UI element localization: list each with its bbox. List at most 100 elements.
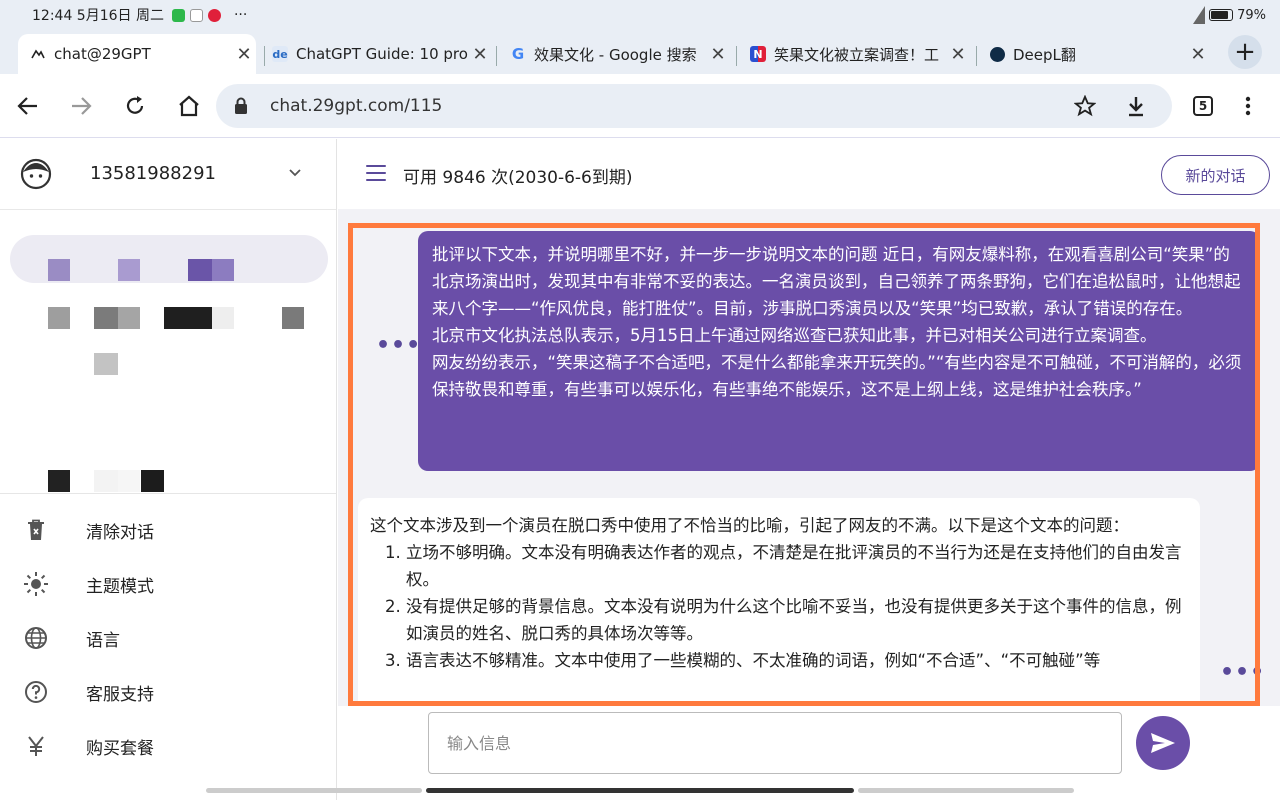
news-favicon-icon: N <box>750 46 766 62</box>
tab-deepl[interactable]: DeepL翻 ✕ <box>978 34 1210 74</box>
redacted-block <box>164 307 212 329</box>
close-tab-icon[interactable]: ✕ <box>706 44 730 65</box>
de-favicon-icon: de <box>272 46 288 62</box>
redacted-block <box>212 307 234 329</box>
close-tab-icon[interactable]: ✕ <box>468 44 492 65</box>
back-arrow-icon <box>17 97 37 115</box>
redacted-block <box>141 470 164 492</box>
status-bar: 12:44 5月16日 周二 ··· 79% <box>0 0 1280 30</box>
app-notification-icon <box>189 8 203 22</box>
lock-icon <box>235 97 247 114</box>
status-notification-icons: ··· <box>171 7 248 23</box>
redacted-block <box>118 307 140 329</box>
new-chat-button[interactable]: 新的对话 <box>1161 155 1270 195</box>
assistant-intro: 这个文本涉及到一个演员在脱口秀中使用了不恰当的比喻，引起了网友的不满。以下是这个… <box>370 516 1129 535</box>
user-message-more-icon[interactable]: ••• <box>376 335 421 357</box>
assistant-message-more-icon[interactable]: ••• <box>1220 662 1265 684</box>
reload-icon <box>126 96 144 114</box>
menu-theme-mode[interactable]: 主题模式 <box>0 557 336 611</box>
redacted-block <box>48 470 70 492</box>
status-time: 12:44 5月16日 周二 <box>32 8 164 24</box>
download-icon[interactable] <box>1126 95 1146 117</box>
chat-input-area <box>338 706 1280 800</box>
assistant-point: 立场不够明确。文本没有明确表达作者的观点，不清楚是在批评演员的不当行为还是在支持… <box>406 539 1188 593</box>
redacted-block <box>94 307 118 329</box>
red-app-icon <box>207 8 221 22</box>
user-message-paragraph: 网友纷纷表示，“笑果这稿子不合适吧，不是什么都能拿来开玩笑的。”“有些内容是不可… <box>432 353 1242 399</box>
tab-title: ChatGPT Guide: 10 pro <box>296 45 468 63</box>
redacted-block <box>282 307 304 329</box>
tab-switcher-button[interactable]: 5 <box>1193 96 1213 116</box>
more-vert-icon <box>1245 96 1251 116</box>
close-tab-icon[interactable]: ✕ <box>1186 44 1210 65</box>
avatar-icon <box>20 158 52 190</box>
redacted-block <box>94 353 118 375</box>
menu-language[interactable]: 语言 <box>0 611 336 665</box>
redacted-block <box>118 259 140 281</box>
deepl-icon <box>990 46 1005 62</box>
chat-logo-icon <box>30 46 46 62</box>
tab-title: DeepL翻 <box>1013 45 1076 64</box>
tab-chatgpt-guide[interactable]: de ChatGPT Guide: 10 pro ✕ <box>260 34 492 74</box>
redacted-block <box>118 470 140 492</box>
google-icon: G <box>511 45 525 63</box>
redacted-block <box>212 259 234 281</box>
close-tab-icon[interactable]: ✕ <box>946 44 970 65</box>
user-phone: 13581988291 <box>90 163 216 184</box>
new-tab-button[interactable]: + <box>1228 35 1262 69</box>
tab-title: chat@29GPT <box>54 45 151 63</box>
home-icon <box>179 95 199 117</box>
reload-button[interactable] <box>121 92 149 120</box>
browser-toolbar: chat.29gpt.com/115 5 <box>0 74 1280 138</box>
bookmark-star-icon[interactable] <box>1074 95 1096 117</box>
menu-label: 主题模式 <box>86 576 154 597</box>
tab-bar: chat@29GPT ✕ de ChatGPT Guide: 10 pro ✕ … <box>0 30 1280 74</box>
chevron-down-icon[interactable] <box>288 165 302 179</box>
sun-icon <box>22 570 50 598</box>
chat-header: 可用 9846 次(2030-6-6到期) 新的对话 <box>338 139 1280 209</box>
globe-icon <box>22 624 50 652</box>
battery-icon <box>1209 9 1234 21</box>
tab-news[interactable]: N 笑果文化被立案调查！工 ✕ <box>738 34 970 74</box>
tab-title: 效果文化 - Google 搜索 <box>534 45 697 64</box>
user-message: 批评以下文本，并说明哪里不好，并一步一步说明文本的问题 近日，有网友爆料称，在观… <box>418 231 1260 471</box>
tab-chat-29gpt[interactable]: chat@29GPT ✕ <box>18 34 256 74</box>
redacted-block <box>94 470 118 492</box>
forward-button[interactable] <box>67 92 95 120</box>
conversation-history <box>0 211 336 494</box>
menu-label: 语言 <box>86 630 120 651</box>
menu-support[interactable]: 客服支持 <box>0 665 336 719</box>
assistant-point: 语言表达不够精准。文本中使用了一些模糊的、不太准确的词语，例如“不合适”、“不可… <box>406 647 1188 674</box>
user-account-row[interactable]: 13581988291 <box>0 139 336 210</box>
home-button[interactable] <box>175 92 203 120</box>
assistant-message: 这个文本涉及到一个演员在脱口秀中使用了不恰当的比喻，引起了网友的不满。以下是这个… <box>358 498 1200 706</box>
browser-menu-button[interactable] <box>1234 92 1262 120</box>
assistant-point: 没有提供足够的背景信息。文本没有说明为什么这个比喻不妥当，也没有提供更多关于这个… <box>406 593 1188 647</box>
url-text: chat.29gpt.com/115 <box>270 96 443 116</box>
wechat-icon <box>171 8 185 22</box>
signal-icon <box>1193 6 1206 24</box>
menu-buy-plan[interactable]: 购买套餐 <box>0 719 336 773</box>
assistant-points-list: 立场不够明确。文本没有明确表达作者的观点，不清楚是在批评演员的不当行为还是在支持… <box>370 539 1188 674</box>
user-message-paragraph: 北京市文化执法总队表示，5月15日上午通过网络巡查已获知此事，并已对相关公司进行… <box>432 326 1157 345</box>
menu-label: 客服支持 <box>86 684 154 705</box>
redacted-block <box>188 259 212 281</box>
send-icon <box>1151 733 1175 753</box>
chat-messages: ••• 批评以下文本，并说明哪里不好，并一步一步说明文本的问题 近日，有网友爆料… <box>338 209 1280 706</box>
gesture-bar-left <box>206 788 422 793</box>
send-button[interactable] <box>1136 716 1190 770</box>
tab-google-search[interactable]: G 效果文化 - Google 搜索 ✕ <box>498 34 730 74</box>
gesture-bar-right <box>858 788 1074 793</box>
help-icon <box>22 678 50 706</box>
address-bar[interactable]: chat.29gpt.com/115 <box>216 84 1172 128</box>
back-button[interactable] <box>14 92 42 120</box>
quota-text: 可用 9846 次(2030-6-6到期) <box>403 168 633 188</box>
trash-icon <box>22 516 50 544</box>
message-input[interactable] <box>428 712 1122 774</box>
redacted-block <box>48 307 70 329</box>
battery-level: 79% <box>1237 7 1266 23</box>
close-tab-icon[interactable]: ✕ <box>232 44 256 65</box>
menu-toggle-icon[interactable] <box>366 165 386 181</box>
menu-clear-conversation[interactable]: 清除对话 <box>0 503 336 557</box>
status-more: ··· <box>233 7 248 23</box>
